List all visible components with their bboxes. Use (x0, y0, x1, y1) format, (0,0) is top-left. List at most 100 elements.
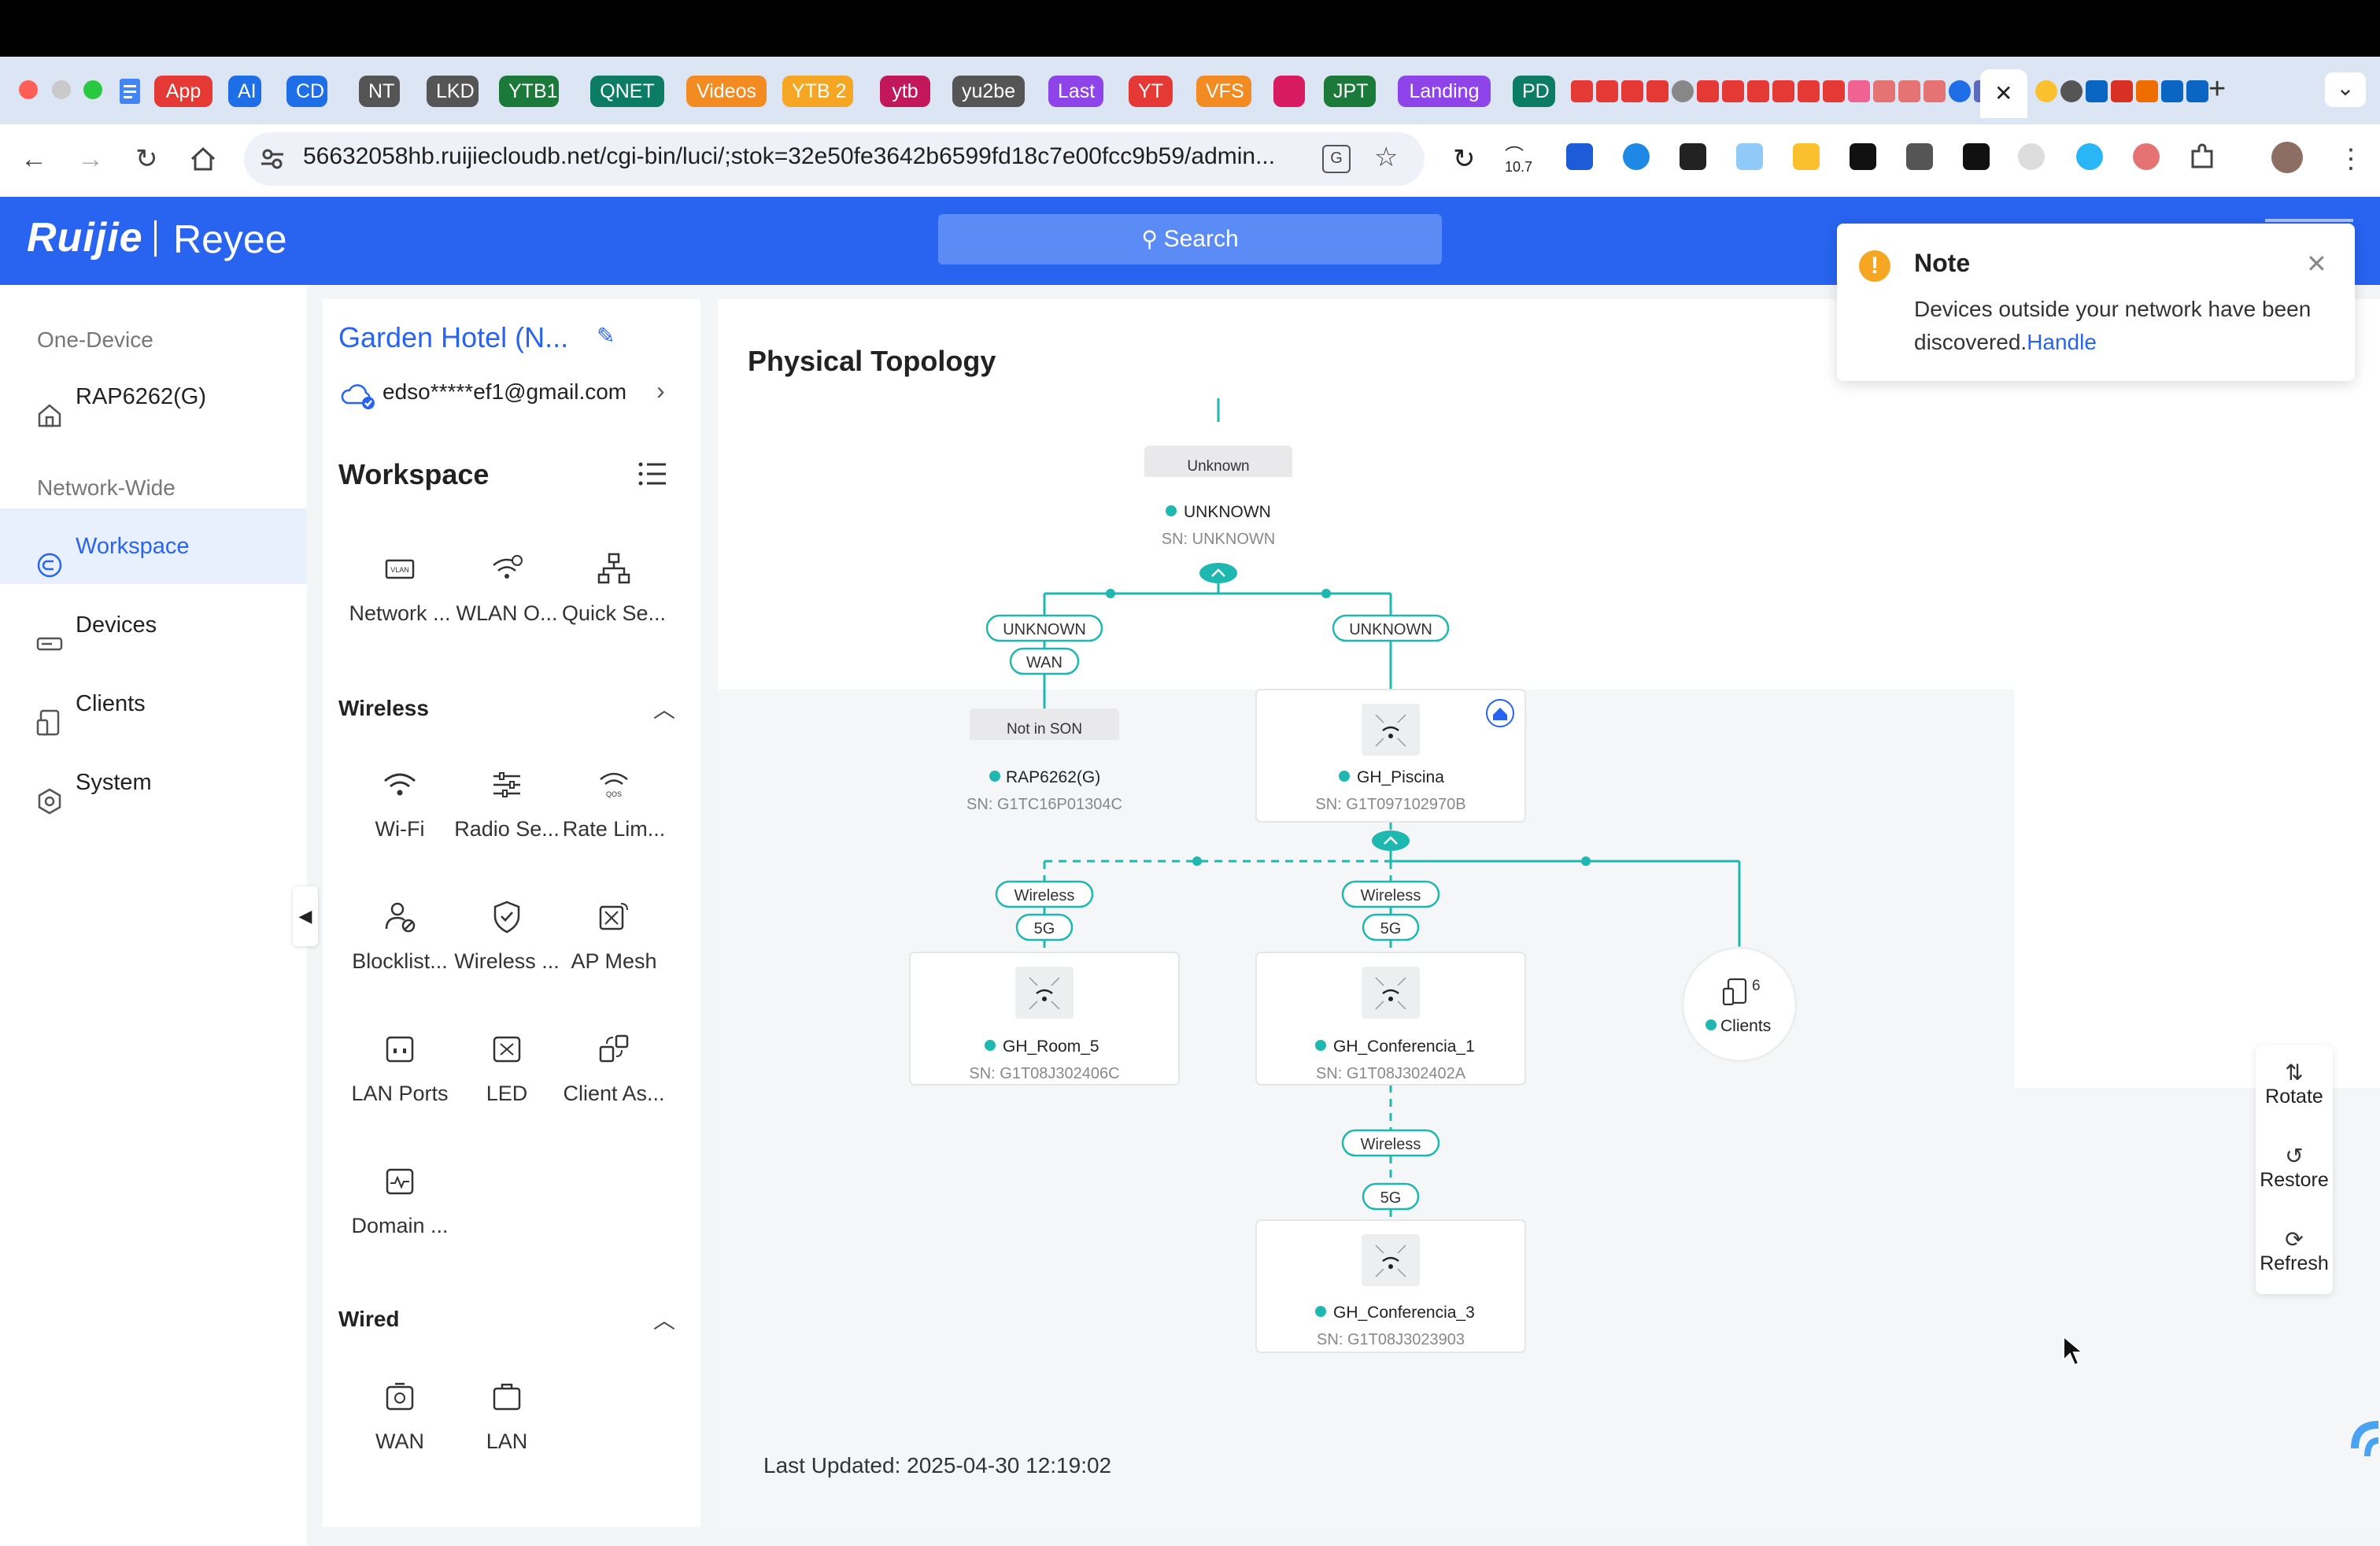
note-close-icon[interactable]: ✕ (2306, 249, 2327, 279)
bitwarden-extension-icon[interactable] (1566, 143, 1593, 170)
bookmark-tab-9[interactable]: ytb (880, 76, 930, 107)
docs-favicon-icon[interactable] (118, 77, 142, 105)
project-name[interactable]: Garden Hotel (N... (338, 321, 568, 354)
profile-avatar[interactable] (2271, 142, 2303, 173)
bookmark-tab-11[interactable]: Last (1048, 76, 1103, 107)
face-extension-icon[interactable] (2133, 143, 2160, 170)
window-zoom-dot[interactable] (83, 80, 102, 99)
device-rap6262[interactable]: RAP6262(G) (0, 359, 307, 435)
reload-icon[interactable]: ↻ (135, 143, 158, 175)
tile-network[interactable]: VLAN Network ... (346, 549, 453, 626)
window-minimize-dot[interactable] (52, 80, 71, 99)
refresh-button[interactable]: ⟳ Refresh (2256, 1226, 2333, 1275)
pinned-favicons-strip[interactable] (1571, 79, 1996, 104)
bookmark-tab-1[interactable]: AI (228, 76, 261, 107)
tile-blocklist[interactable]: Blocklist... (346, 897, 453, 974)
header-action-button[interactable] (2265, 219, 2353, 222)
assistant-wifi-icon[interactable] (2347, 1401, 2380, 1472)
wired-collapse-chevron-icon[interactable]: ︿ (653, 1304, 675, 1335)
extensions-puzzle-icon[interactable] (2188, 143, 2216, 172)
gh-room5-node[interactable]: GH_Room_5 SN: G1T08J302406C (909, 952, 1180, 1086)
wireless-collapse-chevron-icon[interactable]: ︿ (653, 693, 675, 724)
url-text[interactable]: 56632058hb.ruijiecloudb.net/cgi-bin/luci… (303, 143, 1275, 170)
gh-piscina-node[interactable]: GH_Piscina SN: G1T097102970B (1255, 689, 1526, 823)
tile-ap-mesh[interactable]: AP Mesh (560, 897, 667, 974)
window-close-dot[interactable] (19, 80, 38, 99)
bookmark-tab-10[interactable]: yu2be (952, 76, 1025, 107)
send-extension-icon[interactable] (1963, 143, 1990, 170)
tile-lan[interactable]: LAN (453, 1378, 560, 1454)
piscina-collapse-toggle[interactable] (1372, 830, 1410, 851)
shazam-extension-icon[interactable] (1623, 143, 1650, 170)
tile-radio-settings[interactable]: Radio Se... (453, 765, 560, 841)
phone-extension-icon[interactable] (1736, 143, 1763, 170)
collapse-panel-handle[interactable]: ◀ (293, 886, 318, 946)
new-tab-icon[interactable]: + (2208, 72, 2226, 106)
nav-devices[interactable]: Devices (0, 587, 307, 663)
site-settings-icon[interactable] (258, 145, 286, 173)
bookmark-tab-0[interactable]: App (154, 76, 213, 107)
restore-button[interactable]: ↺ Restore (2256, 1143, 2333, 1192)
gh-conferencia1-node[interactable]: GH_Conferencia_1 SN: G1T08J302402A (1255, 952, 1526, 1086)
tile-client-association[interactable]: Client As... (560, 1030, 667, 1106)
tile-label: LAN Ports (351, 1082, 449, 1105)
system-gear-icon (36, 770, 63, 815)
box-extension-icon[interactable] (1793, 143, 1820, 170)
edit-pencil-icon[interactable]: ✎ (597, 323, 615, 349)
gh-conferencia3-node[interactable]: GH_Conferencia_3 SN: G1T08J3023903 (1255, 1219, 1526, 1353)
browser-menu-icon[interactable]: ⋮ (2338, 143, 2364, 175)
image-extension-icon[interactable] (2018, 143, 2045, 170)
bookmark-star-icon[interactable]: ☆ (1374, 142, 1398, 173)
back-arrow-icon[interactable]: ← (20, 143, 47, 175)
forward-arrow-icon[interactable]: → (77, 143, 104, 175)
list-menu-icon[interactable] (638, 460, 669, 488)
tile-wireless-security[interactable]: Wireless ... (453, 897, 560, 974)
gateway-node[interactable]: Unknown UNKNOWN SN: UNKNOWN (1144, 446, 1292, 548)
extension-reload-icon[interactable]: ↻ (1453, 143, 1476, 175)
home-icon[interactable] (189, 145, 217, 173)
bookmark-tab-16[interactable]: Landing (1398, 76, 1491, 107)
more-favicons-strip[interactable] (2035, 79, 2208, 104)
tile-wan[interactable]: WAN (346, 1378, 453, 1454)
bookmark-tab-12[interactable]: YT (1129, 76, 1173, 107)
active-tab[interactable]: ✕ (1980, 69, 2027, 118)
global-search-button[interactable]: ⚲ Search (938, 214, 1442, 264)
bookmark-tab-15[interactable]: JPT (1324, 76, 1376, 107)
note-handle-link[interactable]: Handle (2027, 330, 2097, 354)
bookmark-tab-4[interactable]: LKD (427, 76, 479, 107)
bookmark-tab-8[interactable]: YTB 2 (782, 76, 853, 107)
bookmark-tab-17[interactable]: PD (1513, 76, 1555, 107)
account-email[interactable]: edso*****ef1@gmail.com (382, 379, 626, 405)
bookmark-tab-2[interactable]: CD (286, 76, 327, 107)
vlan-icon: VLAN (385, 559, 415, 579)
tile-rate-limit[interactable]: QOS Rate Lim... (560, 765, 667, 841)
tile-wifi[interactable]: Wi-Fi (346, 765, 453, 841)
tile-lan-ports[interactable]: LAN Ports (346, 1030, 453, 1106)
video-extension-icon[interactable] (1906, 143, 1933, 170)
tile-quick-setup[interactable]: Quick Se... (560, 549, 667, 626)
nav-workspace[interactable]: Workspace (0, 509, 307, 584)
nav-system[interactable]: System (0, 745, 307, 820)
clients-node[interactable]: 6 Clients (1681, 946, 1798, 1063)
mt-extension-icon[interactable] (1680, 143, 1706, 170)
bookmark-tab-13[interactable]: VFS (1196, 76, 1251, 107)
p-extension-icon[interactable] (1850, 143, 1876, 170)
tile-domain[interactable]: Domain ... (346, 1162, 453, 1238)
bookmark-tab-14[interactable] (1273, 76, 1305, 107)
rap6262-node[interactable]: Not in SON RAP6262(G) SN: G1TC16P01304C (966, 708, 1122, 813)
tab-search-chevron-icon[interactable]: ⌄ (2325, 72, 2366, 107)
close-tab-icon[interactable]: ✕ (1994, 80, 2012, 106)
tile-wlan[interactable]: WLAN O... (453, 549, 560, 626)
topology-diagram[interactable]: Unknown UNKNOWN SN: UNKNOWN UNKNOWN WAN … (718, 299, 1820, 1401)
translate-icon[interactable]: G (1322, 145, 1351, 173)
nav-clients[interactable]: Clients (0, 666, 307, 742)
rotate-button[interactable]: ⇅ Rotate (2256, 1060, 2333, 1108)
bookmark-tab-7[interactable]: Videos (686, 76, 767, 107)
arc-extension-icon[interactable] (2076, 143, 2103, 170)
bookmark-tab-3[interactable]: NT (359, 76, 400, 107)
bookmark-tab-5[interactable]: YTB1 (499, 76, 559, 107)
gateway-collapse-toggle[interactable] (1199, 563, 1237, 583)
bookmark-tab-6[interactable]: QNET (590, 76, 664, 107)
account-chevron-right-icon[interactable]: › (656, 376, 665, 405)
tile-led[interactable]: LED (453, 1030, 560, 1106)
